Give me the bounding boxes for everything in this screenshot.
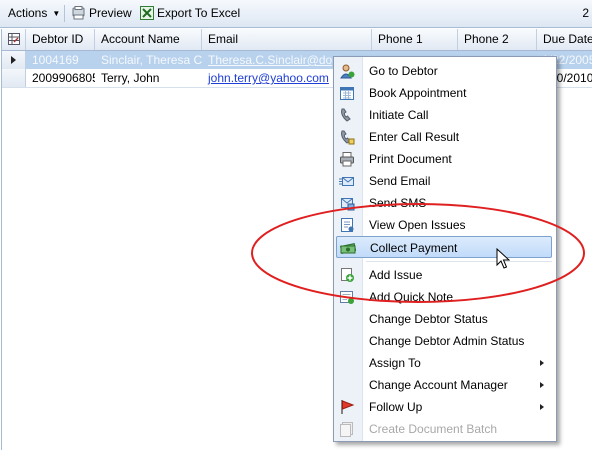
- menu-item-label: Send Email: [369, 174, 431, 188]
- menu-item-label: Print Document: [369, 152, 452, 166]
- email-link[interactable]: john.terry@yahoo.com: [208, 71, 329, 85]
- submenu-arrow-icon: [540, 404, 544, 410]
- menu-item-add-quick-note[interactable]: Add Quick Note: [336, 286, 552, 308]
- flag-icon: [341, 400, 355, 414]
- menu-item-label: Send SMS: [369, 196, 427, 210]
- email-link[interactable]: Theresa.C.Sinclair@dodg: [208, 53, 332, 67]
- menu-item-label: Assign To: [369, 356, 421, 370]
- menu-separator: [366, 261, 552, 262]
- column-chooser-icon: [8, 33, 20, 45]
- menu-item-label: Follow Up: [369, 400, 423, 414]
- export-label: Export To Excel: [157, 6, 241, 20]
- cell-account-name: Terry, John: [101, 71, 160, 85]
- menu-item-book-appointment[interactable]: Book Appointment: [336, 82, 552, 104]
- email-icon: [339, 177, 354, 186]
- menu-item-label: Enter Call Result: [369, 130, 460, 144]
- menu-item-send-sms[interactable]: Send SMS: [336, 192, 552, 214]
- menu-item-label: Book Appointment: [369, 86, 467, 100]
- sms-icon: [341, 198, 355, 211]
- row-selector[interactable]: [2, 51, 26, 69]
- menu-item-assign-to[interactable]: Assign To: [336, 352, 552, 374]
- menu-item-initiate-call[interactable]: Initiate Call: [336, 104, 552, 126]
- menu-item-view-open-issues[interactable]: View Open Issues: [336, 214, 552, 236]
- menu-item-label: View Open Issues: [369, 218, 466, 232]
- mouse-cursor-icon: [496, 248, 510, 269]
- note-icon: [340, 291, 354, 304]
- row-selector[interactable]: [2, 69, 26, 87]
- person-icon: [340, 64, 355, 79]
- menu-item-change-debtor-status[interactable]: Change Debtor Status: [336, 308, 552, 330]
- header-phone-2[interactable]: Phone 2: [458, 29, 537, 50]
- phone-result-icon: [341, 130, 355, 145]
- calendar-icon: [340, 87, 354, 100]
- menu-item-label: Change Debtor Admin Status: [369, 334, 525, 348]
- menu-item-label: Change Account Manager: [369, 378, 508, 392]
- current-row-icon: [11, 56, 16, 64]
- menu-item-label: Change Debtor Status: [369, 312, 488, 326]
- preview-button[interactable]: Preview: [72, 5, 132, 22]
- toolbar: Actions ▼ Preview Export To Excel 2: [0, 0, 592, 28]
- menu-item-change-debtor-admin-status[interactable]: Change Debtor Admin Status: [336, 330, 552, 352]
- actions-menu-button[interactable]: Actions ▼: [8, 5, 60, 22]
- menu-item-label: Initiate Call: [369, 108, 429, 122]
- menu-item-change-account-manager[interactable]: Change Account Manager: [336, 374, 552, 396]
- header-email[interactable]: Email: [202, 29, 372, 50]
- menu-item-label: Create Document Batch: [369, 422, 498, 436]
- menu-item-create-document-batch: Create Document Batch: [336, 418, 552, 440]
- context-menu: Go to Debtor Book Appointment Initiate C…: [333, 56, 557, 442]
- header-phone-1[interactable]: Phone 1: [372, 29, 458, 50]
- phone-icon: [341, 108, 351, 122]
- cell-debtor-id: 2009906805: [32, 71, 95, 85]
- menu-item-add-issue[interactable]: Add Issue: [336, 264, 552, 286]
- issues-icon: [341, 218, 354, 232]
- header-due-date[interactable]: Due Date: [537, 29, 592, 50]
- cell-account-name: Sinclair, Theresa C.: [101, 53, 202, 67]
- preview-label: Preview: [89, 6, 132, 20]
- money-icon: [340, 243, 356, 254]
- grid-header: Debtor ID Account Name Email Phone 1 Pho…: [2, 29, 592, 51]
- submenu-arrow-icon: [540, 382, 544, 388]
- preview-icon: [72, 6, 85, 20]
- menu-item-follow-up[interactable]: Follow Up: [336, 396, 552, 418]
- export-to-excel-button[interactable]: Export To Excel: [140, 5, 240, 22]
- add-issue-icon: [341, 268, 354, 282]
- menu-item-label: Go to Debtor: [369, 64, 438, 78]
- cell-debtor-id: 1004169: [32, 53, 79, 67]
- chevron-down-icon: ▼: [52, 9, 61, 18]
- record-count: 2: [582, 6, 589, 20]
- document-batch-icon: [340, 422, 353, 437]
- menu-item-go-to-debtor[interactable]: Go to Debtor: [336, 60, 552, 82]
- cell-email: john.terry@yahoo.com: [202, 69, 332, 87]
- menu-item-label: Add Issue: [369, 268, 423, 282]
- submenu-arrow-icon: [540, 360, 544, 366]
- toolbar-separator: [64, 5, 65, 22]
- menu-item-label: Collect Payment: [370, 241, 458, 255]
- excel-icon: [140, 6, 154, 20]
- header-account-name[interactable]: Account Name: [95, 29, 202, 50]
- menu-item-label: Add Quick Note: [369, 290, 454, 304]
- column-chooser-button[interactable]: [2, 29, 26, 50]
- menu-item-enter-call-result[interactable]: Enter Call Result: [336, 126, 552, 148]
- printer-icon: [340, 152, 354, 167]
- actions-label: Actions: [8, 6, 48, 20]
- menu-item-print-document[interactable]: Print Document: [336, 148, 552, 170]
- menu-item-collect-payment[interactable]: Collect Payment: [336, 236, 552, 258]
- cell-email: Theresa.C.Sinclair@dodg: [202, 51, 332, 69]
- menu-item-send-email[interactable]: Send Email: [336, 170, 552, 192]
- header-debtor-id[interactable]: Debtor ID: [26, 29, 95, 50]
